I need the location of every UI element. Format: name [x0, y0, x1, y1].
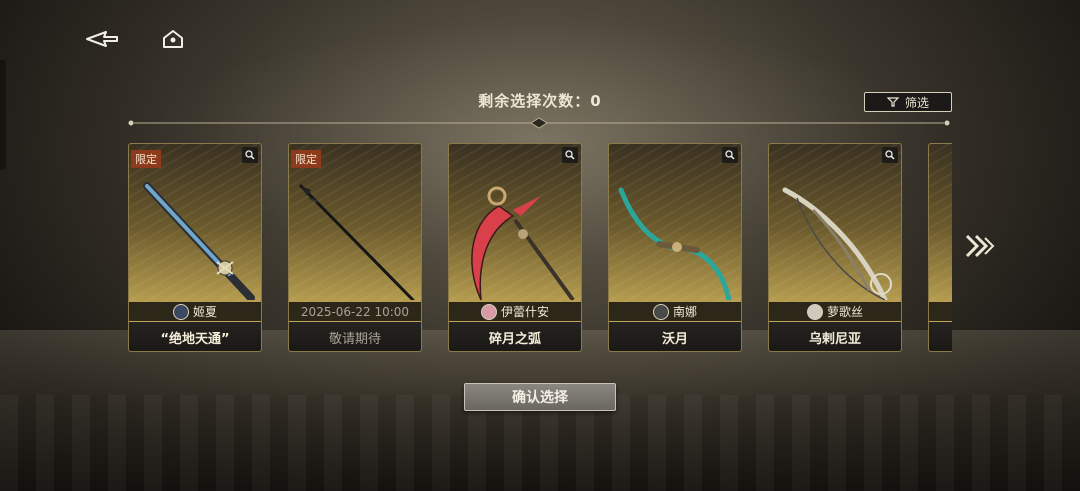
- weapon-name: 沃月: [609, 322, 741, 351]
- magnifier-icon: [725, 150, 735, 160]
- limited-tag: 限定: [291, 150, 321, 168]
- zoom-button[interactable]: [882, 147, 898, 163]
- weapon-card[interactable]: 南娜 沃月: [608, 143, 742, 352]
- back-button[interactable]: [84, 26, 120, 52]
- zoom-button[interactable]: [242, 147, 258, 163]
- back-arrow-icon: [86, 31, 118, 47]
- owner-name: 姬夏: [192, 305, 217, 319]
- owner-name: 伊蕾什安: [500, 305, 549, 319]
- weapon-card[interactable]: 萝歌丝 乌剌尼亚: [768, 143, 902, 352]
- confirm-selection-button[interactable]: 确认选择: [464, 383, 616, 411]
- weapon-card[interactable]: 限定 2025-06-22 10:00 敬请期待: [288, 143, 422, 352]
- avatar: [480, 303, 497, 320]
- zoom-button[interactable]: [722, 147, 738, 163]
- zoom-button[interactable]: [562, 147, 578, 163]
- bow-weapon-art: [782, 187, 892, 300]
- owner-row: 伊蕾什安: [449, 302, 581, 321]
- magnifier-icon: [245, 150, 255, 160]
- home-button[interactable]: [160, 26, 186, 52]
- avatar: [172, 303, 189, 320]
- weapon-name: [929, 322, 952, 351]
- side-handle[interactable]: [0, 60, 6, 170]
- weapon-name: 乌剌尼亚: [769, 322, 901, 351]
- limited-tag: 限定: [131, 150, 161, 168]
- weapon-name: 敬请期待: [289, 322, 421, 351]
- filter-button[interactable]: 筛选: [864, 92, 952, 112]
- owner-name: 南娜: [672, 305, 697, 319]
- avatar: [652, 303, 669, 320]
- next-page-button[interactable]: [962, 232, 996, 260]
- owner-name: 萝歌丝: [826, 305, 863, 319]
- filter-label: 筛选: [904, 95, 929, 110]
- weapon-card-list: 限定 姬夏 “绝地天通” 限定 2025-06-22 10:00 敬请期待 伊蕾…: [128, 143, 952, 353]
- magnifier-icon: [565, 150, 575, 160]
- chevron-double-right-icon: [965, 234, 995, 258]
- spear-weapon-art: [143, 182, 255, 300]
- avatar: [806, 303, 823, 320]
- magnifier-icon: [885, 150, 895, 160]
- spear-weapon-art: [299, 184, 415, 300]
- owner-row: 姬夏: [129, 302, 261, 321]
- remaining-choices-text: 剩余选择次数：0: [478, 92, 602, 110]
- double-blade-weapon-art: [618, 187, 732, 300]
- home-icon: [163, 30, 183, 48]
- weapon-card[interactable]: 伊蕾什安 碎月之弧: [448, 143, 582, 352]
- owner-row: 南娜: [609, 302, 741, 321]
- weapon-card-partial[interactable]: [928, 143, 952, 352]
- release-date: 2025-06-22 10:00: [289, 302, 421, 321]
- ornamental-divider: [128, 117, 950, 129]
- filter-icon: [886, 97, 899, 107]
- weapon-name: 碎月之弧: [449, 322, 581, 351]
- weapon-name: “绝地天通”: [129, 322, 261, 351]
- owner-row: 萝歌丝: [769, 302, 901, 321]
- owner-row: [929, 302, 952, 321]
- weapon-card[interactable]: 限定 姬夏 “绝地天通”: [128, 143, 262, 352]
- scythe-weapon-art: [471, 186, 575, 300]
